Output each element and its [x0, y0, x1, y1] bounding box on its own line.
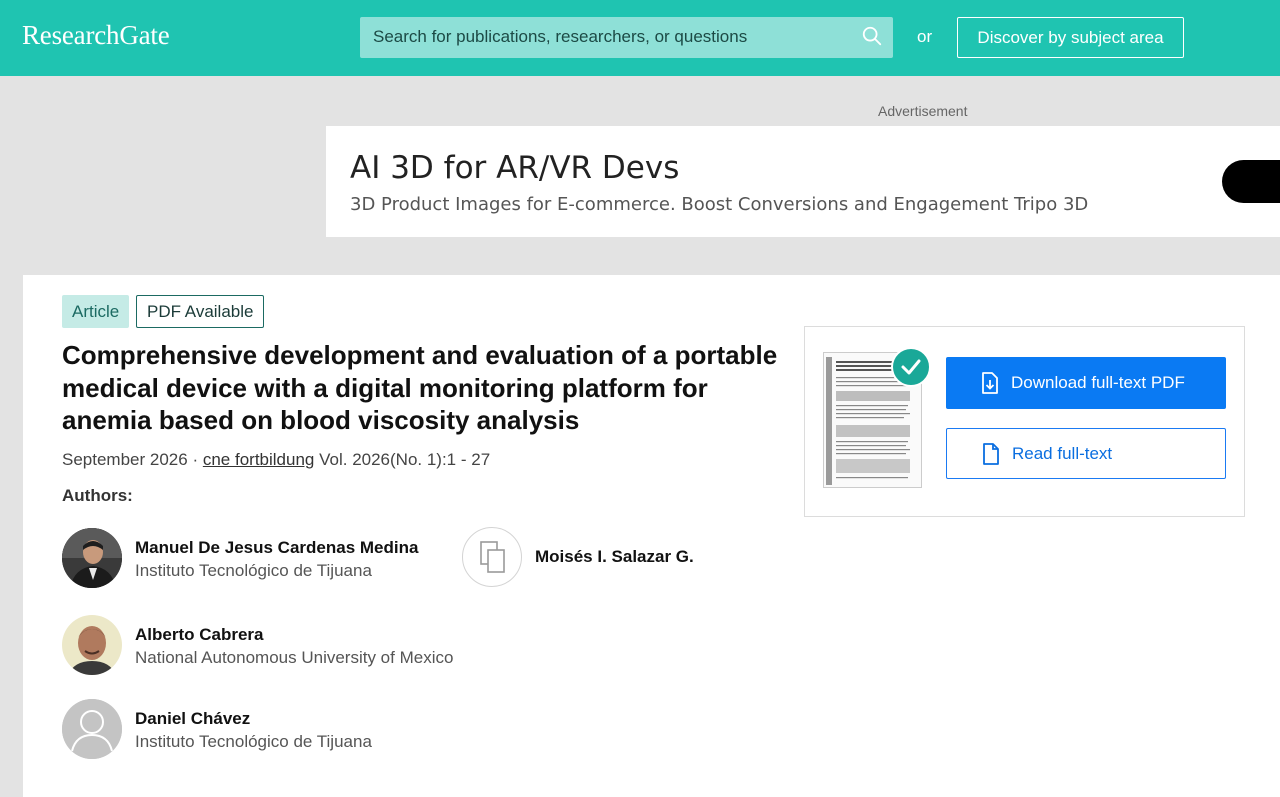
author-name[interactable]: Alberto Cabrera	[135, 625, 263, 645]
title-line: anemia based on blood viscosity analysis	[62, 405, 580, 435]
document-icon	[983, 442, 999, 465]
author-avatar[interactable]	[62, 528, 122, 588]
download-pdf-button[interactable]: Download full-text PDF	[946, 357, 1226, 409]
read-full-text-label: Read full-text	[1012, 443, 1113, 463]
meta-separator: ·	[192, 450, 199, 469]
author-avatar[interactable]	[62, 699, 122, 759]
advertisement-banner[interactable]: AI 3D for AR/VR Devs 3D Product Images f…	[326, 126, 1280, 237]
download-pdf-label: Download full-text PDF	[1011, 373, 1185, 392]
author-name[interactable]: Moisés I. Salazar G.	[535, 547, 694, 567]
volume-info: Vol. 2026(No. 1):1 - 27	[319, 450, 491, 469]
publication-placeholder-icon	[480, 541, 505, 573]
authors-label: Authors:	[62, 486, 133, 505]
download-file-icon	[982, 372, 998, 394]
person-photo-icon	[62, 528, 122, 588]
advertisement-label: Advertisement	[878, 103, 968, 119]
ad-subtitle: 3D Product Images for E-commerce. Boost …	[350, 194, 1089, 215]
author-item[interactable]: Daniel Chávez Instituto Tecnológico de T…	[62, 699, 442, 761]
default-avatar-icon	[62, 699, 122, 759]
available-check-icon	[891, 347, 931, 387]
author-name[interactable]: Manuel De Jesus Cardenas Medina	[135, 538, 418, 558]
author-affiliation[interactable]: Instituto Tecnológico de Tijuana	[135, 561, 372, 581]
journal-link[interactable]: cne fortbildung	[203, 450, 315, 469]
publication-meta: September 2026 · cne fortbildung Vol. 20…	[62, 450, 490, 470]
pdf-available-badge: PDF Available	[136, 295, 265, 328]
author-avatar[interactable]	[462, 527, 522, 587]
author-item[interactable]: Moisés I. Salazar G.	[462, 527, 762, 589]
or-label: or	[917, 27, 933, 46]
author-affiliation[interactable]: Instituto Tecnológico de Tijuana	[135, 732, 372, 752]
discover-subject-button[interactable]: Discover by subject area	[957, 17, 1184, 58]
full-text-panel: Download full-text PDF Read full-text	[804, 326, 1245, 517]
author-item[interactable]: Alberto Cabrera National Autonomous Univ…	[62, 615, 482, 677]
author-affiliation[interactable]: National Autonomous University of Mexico	[135, 648, 453, 668]
ad-cta-button[interactable]	[1222, 160, 1280, 203]
search-placeholder: Search for publications, researchers, or…	[373, 27, 748, 46]
top-header: ResearchGate Search for publications, re…	[0, 0, 1280, 76]
ad-title: AI 3D for AR/VR Devs	[350, 150, 680, 186]
publication-date: September 2026	[62, 450, 188, 469]
person-photo-icon	[62, 615, 122, 675]
author-item[interactable]: Manuel De Jesus Cardenas Medina Institut…	[62, 528, 442, 590]
author-avatar[interactable]	[62, 615, 122, 675]
search-icon[interactable]	[861, 25, 883, 47]
search-input[interactable]: Search for publications, researchers, or…	[360, 17, 893, 58]
author-name[interactable]: Daniel Chávez	[135, 709, 250, 729]
researchgate-logo[interactable]: ResearchGate	[22, 20, 170, 51]
read-full-text-button[interactable]: Read full-text	[946, 428, 1226, 479]
article-badge: Article	[62, 295, 130, 328]
title-line: Comprehensive development and evaluation…	[62, 340, 778, 370]
title-line: medical device with a digital monitoring…	[62, 372, 708, 403]
publication-title: Comprehensive development and evaluation…	[62, 339, 782, 437]
publication-card: Article PDF Available Comprehensive deve…	[23, 275, 1280, 797]
